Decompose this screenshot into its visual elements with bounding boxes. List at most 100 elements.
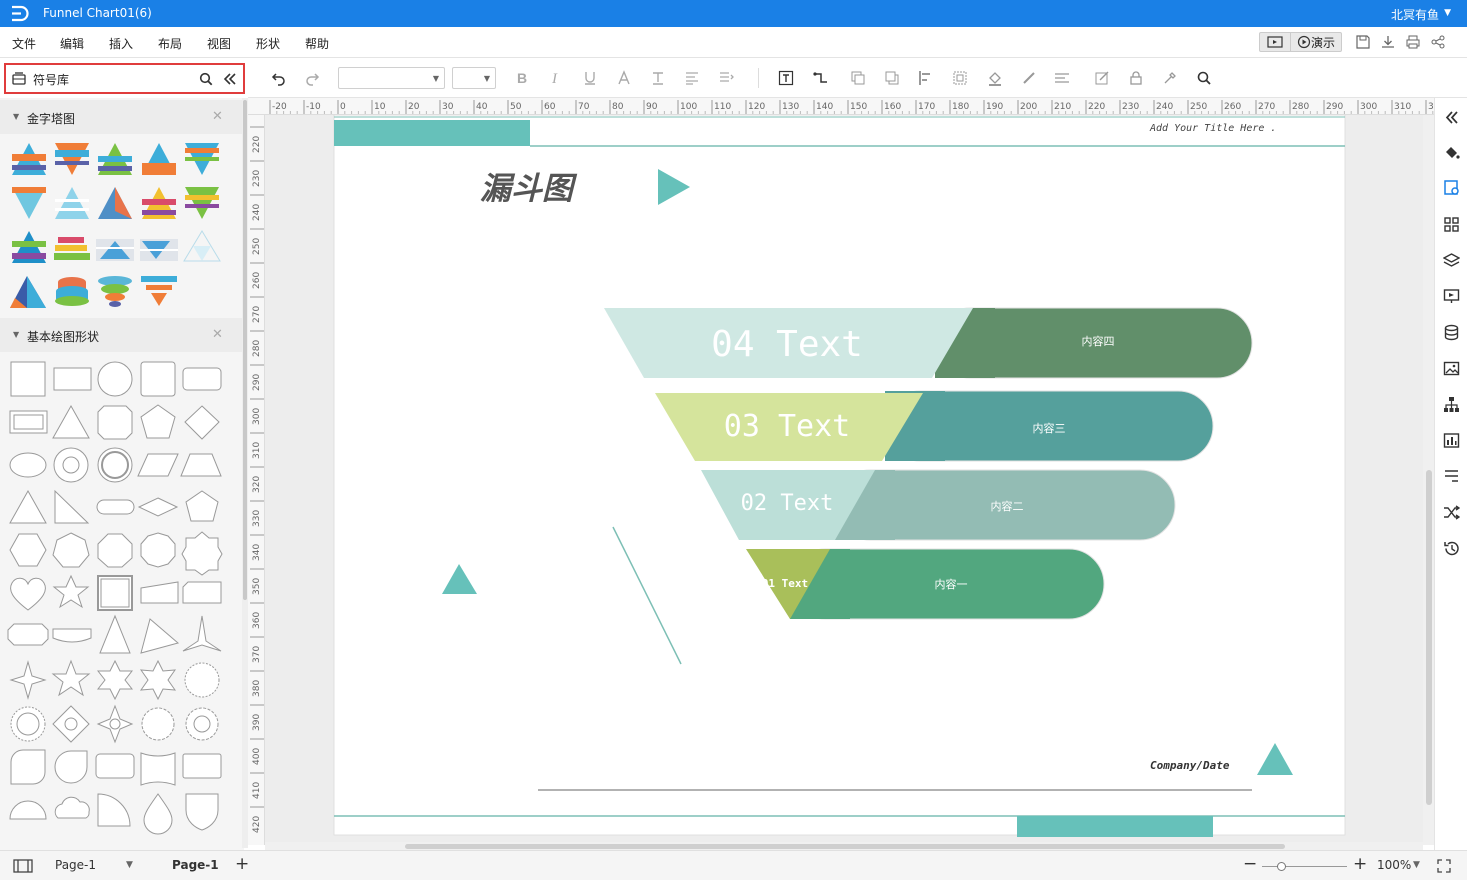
pyramid-shape[interactable] [55,143,89,175]
undo-icon[interactable] [271,70,287,86]
shape-flat-triangle[interactable] [140,618,180,654]
zoom-out-icon[interactable]: − [1243,854,1257,874]
lock-icon[interactable] [1128,70,1144,86]
tools-icon[interactable] [1162,70,1178,86]
shape-circle[interactable] [97,361,133,397]
pyramid-shape[interactable] [12,187,46,219]
shape-ellipse[interactable] [9,452,47,478]
page-selector[interactable]: Page-1 [55,858,96,872]
canvas-horizontal-scrollbar[interactable] [265,842,1423,850]
shape-gear-ring[interactable] [185,707,219,741]
chart-title[interactable]: 漏斗图 [480,171,578,207]
shape-diamond[interactable] [184,405,220,440]
vertical-scroll-thumb[interactable] [1426,470,1432,805]
sidebar-scroll-thumb[interactable] [243,100,247,600]
shape-quarter-circle[interactable] [97,793,131,827]
layers-icon[interactable] [1443,252,1460,269]
shape-heart[interactable] [10,577,46,611]
shape-trapezoid[interactable] [180,453,222,477]
share-icon[interactable] [1430,34,1446,50]
canvas-vertical-scrollbar[interactable] [1423,115,1434,845]
chart-icon[interactable] [1443,432,1460,449]
shape-hexagon[interactable] [9,533,47,567]
shape-square[interactable] [10,361,46,397]
header-title-text[interactable]: Add Your Title Here . [1149,123,1276,134]
font-size-select[interactable]: ▼ [452,67,496,89]
connector-icon[interactable] [813,70,829,86]
shuffle-icon[interactable] [1443,504,1460,521]
group-icon[interactable] [952,70,968,86]
shape-right-triangle[interactable] [54,489,90,524]
line-spacing-icon[interactable] [718,70,734,86]
org-chart-icon[interactable] [1443,396,1460,413]
pyramid-shape[interactable] [185,143,219,175]
shape-rhombus[interactable] [137,497,179,517]
page-setup-icon[interactable] [1443,179,1460,196]
horizontal-scroll-thumb[interactable] [405,844,1285,849]
shape-cloud[interactable] [54,796,90,819]
shape-tab-rect[interactable] [182,753,222,779]
shape-star-5[interactable] [52,574,90,609]
shape-rounded-square[interactable] [140,361,176,397]
section-basic-header[interactable]: ▼ 基本绘图形状 ✕ [0,318,244,352]
shape-star-6[interactable] [96,659,134,701]
shape-plaque[interactable] [7,623,49,646]
shape-decagon[interactable] [140,532,176,568]
shape-framed-rectangle[interactable] [9,410,48,434]
funnel-level-1[interactable]: 01 Text 内容一 [746,548,1105,620]
shape-teardrop[interactable] [54,750,88,784]
pyramid-shape[interactable] [141,276,177,306]
fill-bucket-icon[interactable] [1443,144,1460,161]
font-family-select[interactable]: ▼ [338,67,445,89]
underline-icon[interactable] [582,70,598,86]
pyramid-shape[interactable] [12,143,46,175]
shape-scroll[interactable] [95,753,135,779]
history-icon[interactable] [1443,540,1460,557]
zoom-slider-track[interactable] [1262,866,1347,867]
shape-dodecagon[interactable] [181,531,223,576]
shape-pill[interactable] [96,499,135,515]
close-icon[interactable]: ✕ [212,109,223,124]
shape-gear[interactable] [141,707,175,741]
chevron-down-icon[interactable]: ▼ [1413,860,1420,870]
shape-semicircle[interactable] [9,800,47,820]
user-menu-caret-icon[interactable]: ▼ [1444,8,1451,18]
send-back-icon[interactable] [884,70,900,86]
shape-rounded-rectangle[interactable] [182,367,222,391]
edit-mode-button[interactable] [1260,33,1290,51]
pyramid-shape[interactable] [98,143,132,175]
image-icon[interactable] [1443,360,1460,377]
footer-company-date[interactable]: Company/Date [1150,759,1230,772]
zoom-in-icon[interactable]: + [1353,854,1367,874]
shape-banner[interactable] [52,628,92,643]
shape-diamond-ring[interactable] [52,705,90,743]
line-color-icon[interactable] [1021,70,1037,86]
shape-isosceles-triangle[interactable] [9,489,47,524]
funnel-level-3[interactable]: 03 Text 内容三 [655,390,1214,462]
shape-triangle[interactable] [52,404,90,439]
pyramid-shape[interactable] [55,187,89,219]
shape-frame[interactable] [97,575,133,611]
zoom-slider-handle[interactable] [1277,862,1286,871]
funnel-level-2[interactable]: 02 Text 内容二 [701,469,1176,541]
find-icon[interactable] [1196,70,1212,86]
pyramid-shape[interactable] [98,187,132,219]
print-icon[interactable] [1405,34,1421,50]
page-panel-icon[interactable] [13,859,33,873]
menu-layout[interactable]: 布局 [158,35,182,52]
font-color-icon[interactable] [616,70,632,86]
italic-icon[interactable]: I [548,70,564,86]
menu-shape[interactable]: 形状 [256,35,280,52]
pyramid-shape[interactable] [140,239,178,261]
line-style-icon[interactable] [1054,70,1070,86]
search-icon[interactable] [199,72,213,86]
shape-rectangle[interactable] [53,367,92,391]
shape-rounded-pentagon[interactable] [185,490,219,522]
shape-shield[interactable] [185,793,219,831]
shape-heptagon[interactable] [52,532,90,568]
grid-icon[interactable] [1443,216,1460,233]
menu-edit[interactable]: 编辑 [60,35,84,52]
pyramid-shape[interactable] [98,276,132,307]
pyramid-shape[interactable] [142,143,176,175]
menu-insert[interactable]: 插入 [109,35,133,52]
